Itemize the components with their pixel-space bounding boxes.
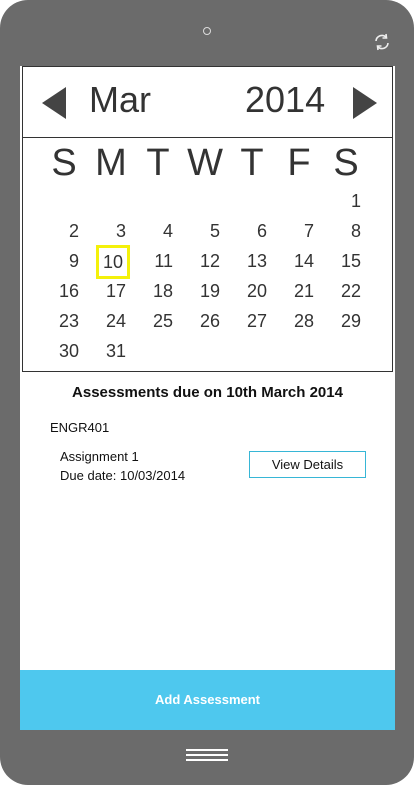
calendar-day[interactable]: 19 bbox=[186, 278, 220, 304]
calendar-day[interactable]: 8 bbox=[327, 218, 361, 244]
calendar-day-selected[interactable]: 10 bbox=[96, 245, 130, 279]
calendar-day[interactable]: 22 bbox=[327, 278, 361, 304]
calendar-day[interactable]: 26 bbox=[186, 308, 220, 334]
calendar-day[interactable]: 15 bbox=[327, 248, 361, 274]
calendar-day[interactable]: 18 bbox=[139, 278, 173, 304]
rotate-icon[interactable] bbox=[372, 32, 392, 52]
calendar-day[interactable]: 2 bbox=[45, 218, 79, 244]
weekday-label: W bbox=[187, 142, 223, 184]
year-label: 2014 bbox=[245, 79, 326, 120]
calendar-day[interactable]: 27 bbox=[233, 308, 267, 334]
weekday-label: T bbox=[146, 142, 170, 184]
camera-icon bbox=[203, 27, 211, 35]
calendar-day[interactable]: 9 bbox=[45, 248, 79, 274]
course-code: ENGR401 bbox=[50, 420, 110, 435]
phone-frame: Mar 2014 S M T W T F S 1 2 3 4 5 6 7 8 9 10 11 12 13… bbox=[0, 0, 414, 785]
left-arrow-icon[interactable] bbox=[42, 87, 66, 119]
calendar-day[interactable]: 21 bbox=[280, 278, 314, 304]
calendar-day[interactable]: 16 bbox=[45, 278, 79, 304]
calendar-day[interactable]: 13 bbox=[233, 248, 267, 274]
calendar-day[interactable]: 5 bbox=[186, 218, 220, 244]
calendar-day[interactable]: 3 bbox=[92, 218, 126, 244]
weekday-label: S bbox=[333, 142, 359, 184]
calendar-day[interactable]: 20 bbox=[233, 278, 267, 304]
weekday-label: T bbox=[240, 142, 264, 184]
calendar-day[interactable]: 4 bbox=[139, 218, 173, 244]
calendar-day[interactable]: 24 bbox=[92, 308, 126, 334]
calendar-day[interactable]: 31 bbox=[92, 338, 126, 364]
weekday-label: M bbox=[95, 142, 127, 184]
assessments-title: Assessments due on 10th March 2014 bbox=[72, 384, 343, 401]
calendar-day[interactable]: 7 bbox=[280, 218, 314, 244]
calendar-day[interactable]: 6 bbox=[233, 218, 267, 244]
calendar-day[interactable]: 1 bbox=[327, 188, 361, 214]
calendar-day[interactable]: 11 bbox=[139, 248, 173, 274]
calendar-day[interactable]: 25 bbox=[139, 308, 173, 334]
calendar-day[interactable]: 12 bbox=[186, 248, 220, 274]
view-details-button[interactable]: View Details bbox=[249, 451, 366, 478]
month-label: Mar bbox=[89, 79, 151, 120]
app-screen: Mar 2014 S M T W T F S 1 2 3 4 5 6 7 8 9 10 11 12 13… bbox=[20, 66, 395, 730]
weekday-label: F bbox=[287, 142, 311, 184]
assignment-due-date: Due date: 10/03/2014 bbox=[60, 468, 186, 483]
weekday-label: S bbox=[51, 142, 77, 184]
menu-icon[interactable] bbox=[186, 749, 228, 761]
calendar-day[interactable]: 30 bbox=[45, 338, 79, 364]
calendar-day[interactable]: 14 bbox=[280, 248, 314, 274]
right-arrow-icon[interactable] bbox=[353, 87, 377, 119]
calendar-day[interactable]: 17 bbox=[92, 278, 126, 304]
calendar-day[interactable]: 23 bbox=[45, 308, 79, 334]
calendar-day[interactable]: 29 bbox=[327, 308, 361, 334]
calendar-grid: S M T W T F S 1 2 3 4 5 6 7 8 9 10 11 12 13 14 15 16 17 1… bbox=[22, 138, 393, 372]
assignment-name: Assignment 1 bbox=[60, 449, 139, 464]
add-assessment-button[interactable]: Add Assessment bbox=[20, 670, 395, 730]
calendar-day[interactable]: 28 bbox=[280, 308, 314, 334]
month-header: Mar 2014 bbox=[22, 66, 393, 138]
